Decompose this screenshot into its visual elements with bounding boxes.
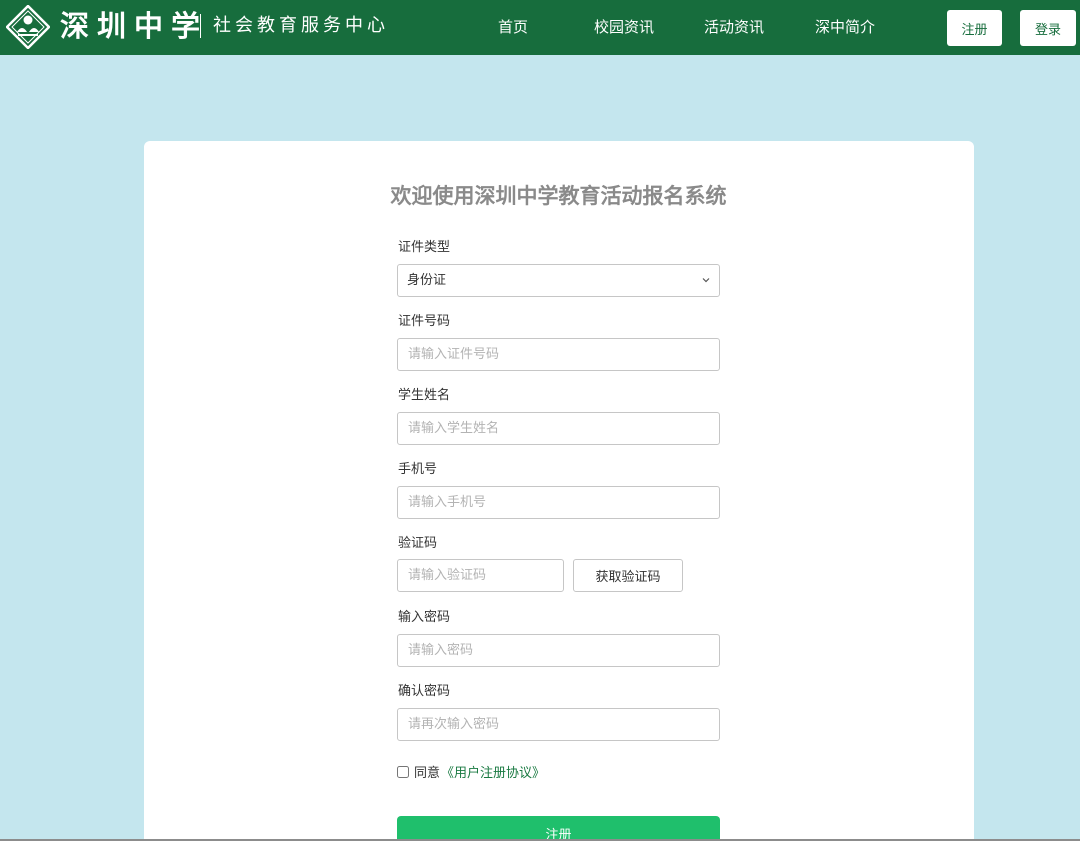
school-emblem-icon[interactable] — [6, 5, 50, 49]
student-name-label: 学生姓名 — [398, 388, 451, 403]
phone-input[interactable] — [398, 487, 719, 518]
id-number-label: 证件号码 — [398, 314, 451, 329]
register-submit-button[interactable]: 注册 — [397, 816, 720, 841]
form-title: 欢迎使用深圳中学教育活动报名系统 — [390, 184, 727, 208]
user-agreement-link[interactable]: 《用户注册协议》 — [441, 765, 545, 783]
nav-campus-news[interactable]: 校园资讯 — [594, 16, 654, 38]
password-label: 输入密码 — [398, 610, 451, 625]
agree-text: 同意 — [414, 766, 441, 781]
get-verify-code-button[interactable]: 获取验证码 — [573, 559, 683, 592]
id-type-select[interactable]: 身份证 — [397, 264, 720, 297]
brand-name: 深圳中学 — [60, 9, 209, 43]
student-name-field-wrap — [397, 412, 720, 445]
nav-activity-news[interactable]: 活动资讯 — [704, 16, 764, 38]
brand-divider — [200, 14, 201, 38]
nav-home[interactable]: 首页 — [498, 16, 528, 38]
id-number-field-wrap — [397, 338, 720, 371]
brand-subtitle: 社会教育服务中心 — [213, 15, 389, 36]
student-name-input[interactable] — [398, 413, 719, 444]
agree-checkbox[interactable] — [397, 766, 409, 778]
password-input[interactable] — [398, 635, 719, 666]
confirm-password-label: 确认密码 — [398, 684, 451, 699]
header-register-button[interactable]: 注册 — [947, 10, 1002, 46]
chevron-down-icon — [702, 278, 710, 283]
id-number-input[interactable] — [398, 339, 719, 370]
verify-code-input[interactable] — [398, 560, 563, 591]
verify-code-field-wrap — [397, 559, 564, 592]
confirm-password-field-wrap — [397, 708, 720, 741]
phone-label: 手机号 — [398, 462, 438, 477]
confirm-password-input[interactable] — [398, 709, 719, 740]
header-login-button[interactable]: 登录 — [1020, 10, 1076, 46]
nav-about[interactable]: 深中简介 — [815, 16, 875, 38]
id-type-selected-value: 身份证 — [407, 273, 447, 288]
id-type-label: 证件类型 — [398, 240, 451, 255]
password-field-wrap — [397, 634, 720, 667]
verify-code-label: 验证码 — [398, 536, 438, 551]
top-header: 深圳中学 社会教育服务中心 首页 校园资讯 活动资讯 深中简介 注册 登录 — [0, 0, 1080, 55]
phone-field-wrap — [397, 486, 720, 519]
